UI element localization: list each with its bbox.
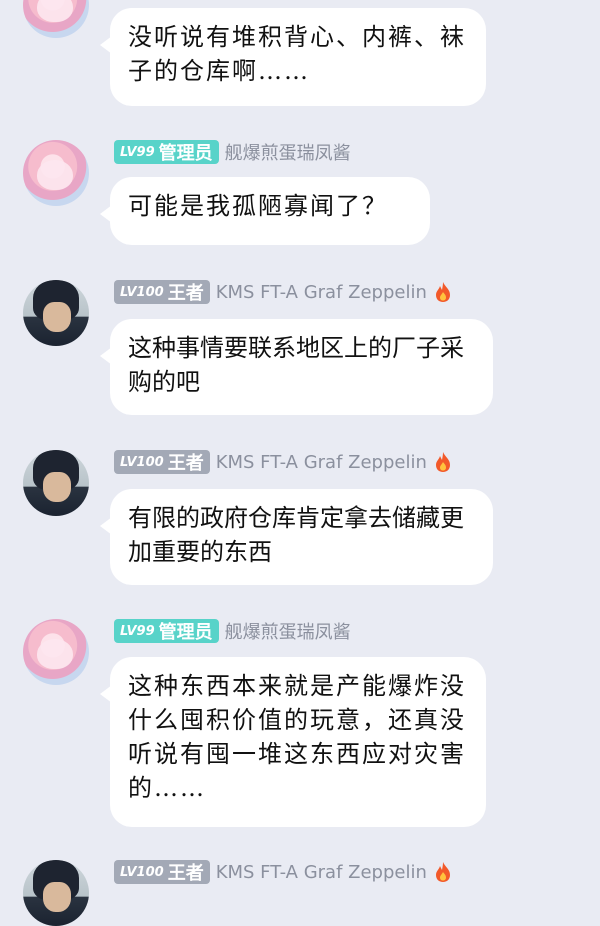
level-badge: LV100 王者: [114, 860, 210, 884]
message-bubble[interactable]: 这种东西本来就是产能爆炸没什么囤积价值的玩意，还真没听说有囤一堆这东西应对灾害的…: [100, 657, 486, 827]
level-label: LV100: [120, 284, 164, 300]
level-badge: LV100 王者: [114, 450, 210, 474]
message-bubble[interactable]: 这种事情要联系地区上的厂子采购的吧: [100, 319, 493, 415]
message-bubble[interactable]: 可能是我孤陋寡闻了？: [100, 177, 430, 245]
level-label: LV99: [120, 623, 155, 639]
role-label: 王者: [167, 863, 204, 884]
flame-icon: [435, 452, 450, 472]
message-text: 没听说有堆积背心、内裤、袜子的仓库啊……: [128, 23, 466, 85]
level-badge: LV99 管理员: [114, 140, 219, 164]
user-avatar[interactable]: [23, 140, 89, 206]
message-meta: LV99 管理员 舰爆煎蛋瑞凤酱: [114, 139, 351, 165]
message-text: 这种事情要联系地区上的厂子采购的吧: [128, 334, 464, 396]
user-avatar[interactable]: [23, 280, 89, 346]
user-avatar[interactable]: [23, 860, 89, 926]
role-label: 王者: [167, 453, 204, 474]
message-text: 有限的政府仓库肯定拿去储藏更加重要的东西: [128, 504, 464, 566]
username[interactable]: KMS FT-A Graf Zeppelin: [216, 452, 427, 473]
username[interactable]: 舰爆煎蛋瑞凤酱: [225, 618, 351, 644]
level-label: LV99: [120, 144, 155, 160]
username[interactable]: KMS FT-A Graf Zeppelin: [216, 282, 427, 303]
user-avatar[interactable]: [23, 619, 89, 685]
role-label: 王者: [167, 283, 204, 304]
message-text: 这种东西本来就是产能爆炸没什么囤积价值的玩意，还真没听说有囤一堆这东西应对灾害的…: [128, 672, 466, 802]
message-meta: LV100 王者 KMS FT-A Graf Zeppelin: [114, 279, 453, 305]
message-text: 可能是我孤陋寡闻了？: [128, 192, 388, 220]
message-bubble[interactable]: 有限的政府仓库肯定拿去储藏更加重要的东西: [100, 489, 493, 585]
message-meta: LV100 王者 KMS FT-A Graf Zeppelin: [114, 859, 453, 885]
flame-icon: [435, 862, 450, 882]
message-meta: LV100 王者 KMS FT-A Graf Zeppelin: [114, 449, 453, 475]
message-bubble[interactable]: 没听说有堆积背心、内裤、袜子的仓库啊……: [100, 8, 486, 106]
level-badge: LV99 管理员: [114, 619, 219, 643]
user-avatar[interactable]: [23, 450, 89, 516]
user-avatar[interactable]: [23, 0, 89, 38]
username[interactable]: 舰爆煎蛋瑞凤酱: [225, 139, 351, 165]
message-meta: LV99 管理员 舰爆煎蛋瑞凤酱: [114, 618, 351, 644]
role-label: 管理员: [158, 622, 213, 643]
level-label: LV100: [120, 864, 164, 880]
level-badge: LV100 王者: [114, 280, 210, 304]
level-label: LV100: [120, 454, 164, 470]
flame-icon: [435, 282, 450, 302]
role-label: 管理员: [158, 143, 213, 164]
username[interactable]: KMS FT-A Graf Zeppelin: [216, 862, 427, 883]
